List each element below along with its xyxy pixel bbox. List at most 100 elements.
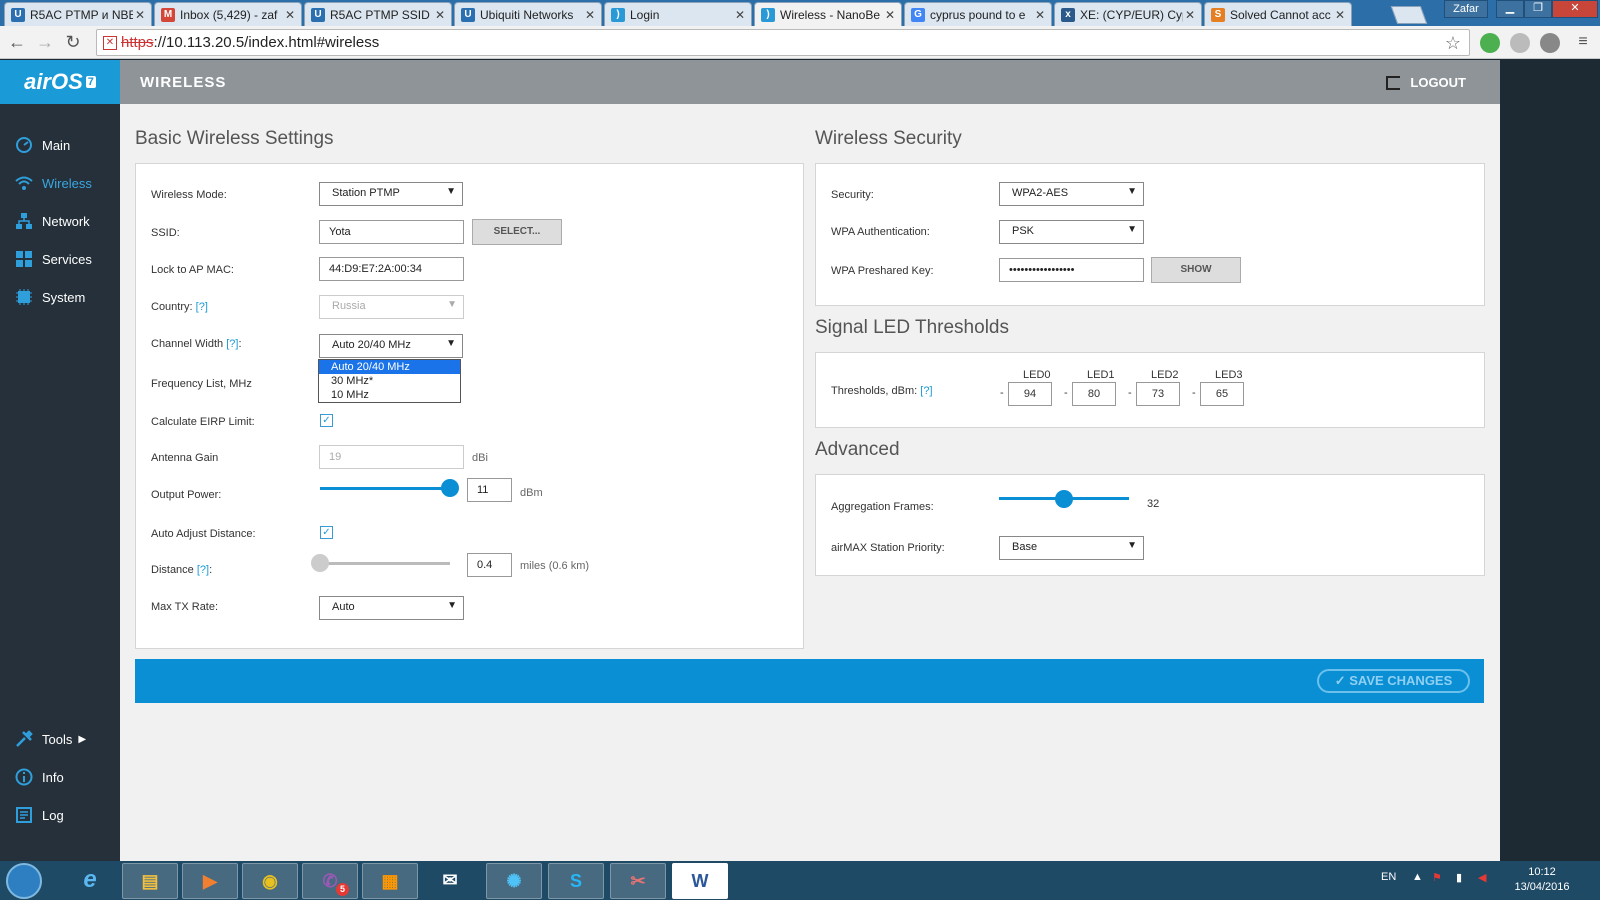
minimize-icon[interactable]: ▁ [1496,0,1524,18]
tray-expand-icon[interactable]: ▲ [1412,871,1423,883]
browser-tab[interactable]: x XE: (CYP/EUR) Cyp ✕ [1054,2,1202,26]
channel-width-option[interactable]: 10 MHz [319,388,460,402]
maximize-icon[interactable]: ❐ [1524,0,1552,18]
sidebar-item-info[interactable]: Info [0,762,120,792]
output-power-slider[interactable] [320,487,450,490]
led3-input[interactable]: 65 [1200,382,1244,406]
globe-icon[interactable] [1540,33,1560,53]
ssid-input[interactable]: Yota [319,220,464,244]
security-label: Security: [831,189,874,201]
lock-mac-label: Lock to AP MAC: [151,264,234,276]
logout-button[interactable]: LOGOUT [1386,75,1466,90]
ssid-select-button[interactable]: SELECT... [472,219,562,245]
priority-value: Base [1012,541,1038,553]
led0-input[interactable]: 94 [1008,382,1052,406]
close-icon[interactable]: ✕ [133,8,147,22]
psk-input[interactable]: ••••••••••••••••• [999,258,1144,282]
language-indicator[interactable]: EN [1381,871,1396,883]
url-input[interactable]: ✕ https ://10.113.20.5/index.html#wirele… [96,29,1470,56]
forward-arrow-icon[interactable]: → [34,32,56,54]
new-tab-button[interactable] [1390,6,1428,24]
media-player-icon[interactable]: ▶ [182,863,238,899]
extension-icon[interactable] [1480,33,1500,53]
extension-icon[interactable] [1510,33,1530,53]
internet-explorer-icon[interactable]: e [62,863,118,899]
save-changes-button[interactable]: ✓ SAVE CHANGES [1317,669,1470,693]
channel-width-option[interactable]: Auto 20/40 MHz [319,360,460,374]
browser-tab-active[interactable]: ) Wireless - NanoBe ✕ [754,2,902,26]
signal-icon[interactable]: ▮ [1456,871,1462,884]
eirp-checkbox[interactable]: ✓ [320,414,333,427]
close-icon[interactable]: ✕ [433,8,447,22]
google-icon: G [911,7,925,22]
browser-tab[interactable]: S Solved Cannot acc ✕ [1204,2,1352,26]
channel-width-select[interactable]: Auto 20/40 MHz ▼ [319,334,463,358]
wpa-auth-select[interactable]: PSK ▼ [999,220,1144,244]
chrome-icon[interactable]: ◉ [242,863,298,899]
window-close-icon[interactable]: ✕ [1552,0,1598,18]
help-link[interactable]: [?] [226,338,238,350]
close-icon[interactable]: ✕ [583,8,597,22]
sidebar-item-log[interactable]: Log [0,800,120,830]
help-link[interactable]: [?] [920,385,932,397]
sidebar-item-network[interactable]: Network [0,206,120,236]
led2-input[interactable]: 73 [1136,382,1180,406]
tab-label: Inbox (5,429) - zaf [180,7,278,22]
insecure-lock-icon[interactable]: ✕ [103,35,117,50]
network-tool-icon[interactable]: ✺ [486,863,542,899]
lock-mac-input[interactable]: 44:D9:E7:2A:00:34 [319,257,464,281]
wireless-mode-select[interactable]: Station PTMP ▼ [319,182,463,206]
priority-select[interactable]: Base ▼ [999,536,1144,560]
show-key-button[interactable]: SHOW [1151,257,1241,283]
distance-input[interactable]: 0.4 [467,553,512,577]
help-link[interactable]: [?] [197,564,209,576]
file-explorer-icon[interactable]: ▤ [122,863,178,899]
output-power-input[interactable]: 11 [467,478,512,502]
browser-tab[interactable]: U Ubiquiti Networks ✕ [454,2,602,26]
info-icon [14,767,34,787]
security-select[interactable]: WPA2-AES ▼ [999,182,1144,206]
browser-tab[interactable]: Gcyprus pound to e ✕ [904,2,1052,26]
browser-tab[interactable]: ) Login ✕ [604,2,752,26]
browser-user-badge[interactable]: Zafar [1444,0,1488,18]
browser-tab[interactable]: M Inbox (5,429) - zaf ✕ [154,2,302,26]
close-icon[interactable]: ✕ [1183,8,1197,22]
viber-icon[interactable]: ✆ 5 [302,863,358,899]
volume-icon[interactable]: ◀ [1478,871,1486,884]
thunderbird-icon[interactable]: ✉ [422,863,478,899]
close-icon[interactable]: ✕ [733,8,747,22]
browser-tab[interactable]: U R5AC PTMP и NBE ✕ [4,2,152,26]
close-icon[interactable]: ✕ [1033,8,1047,22]
sidebar-item-tools[interactable]: Tools ▶ [0,724,120,754]
sidebar-item-main[interactable]: Main [0,130,120,160]
bookmark-star-icon[interactable]: ☆ [1445,33,1461,54]
output-power-slider-handle[interactable] [441,479,459,497]
close-icon[interactable]: ✕ [883,8,897,22]
skype-icon[interactable]: S [548,863,604,899]
close-icon[interactable]: ✕ [1333,8,1347,22]
psk-label: WPA Preshared Key: [831,265,934,277]
aggregation-slider-handle[interactable] [1055,490,1073,508]
word-icon[interactable]: W [672,863,728,899]
channel-width-value: Auto 20/40 MHz [332,339,411,351]
browser-tab[interactable]: U R5AC PTMP SSID ✕ [304,2,452,26]
start-button[interactable] [6,863,42,899]
apps-grid-icon[interactable]: ▦ [362,863,418,899]
menu-icon[interactable]: ≡ [1572,32,1594,54]
auto-distance-checkbox[interactable]: ✓ [320,526,333,539]
system-clock[interactable]: 10:12 13/04/2016 [1510,865,1574,895]
led1-input[interactable]: 80 [1072,382,1116,406]
network-status-icon[interactable]: ⚑ [1432,871,1442,884]
channel-width-option[interactable]: 30 MHz* [319,374,460,388]
wireless-security-title: Wireless Security [815,128,962,149]
max-tx-select[interactable]: Auto ▼ [319,596,464,620]
save-bar: ✓ SAVE CHANGES [135,659,1484,703]
snipping-tool-icon[interactable]: ✂ [610,863,666,899]
back-arrow-icon[interactable]: ← [6,32,28,54]
close-icon[interactable]: ✕ [283,8,297,22]
reload-icon[interactable]: ↻ [62,32,84,54]
sidebar-item-services[interactable]: Services [0,244,120,274]
sidebar-item-system[interactable]: System [0,282,120,312]
sidebar-item-wireless[interactable]: Wireless [0,168,120,198]
help-link[interactable]: [?] [196,301,208,313]
